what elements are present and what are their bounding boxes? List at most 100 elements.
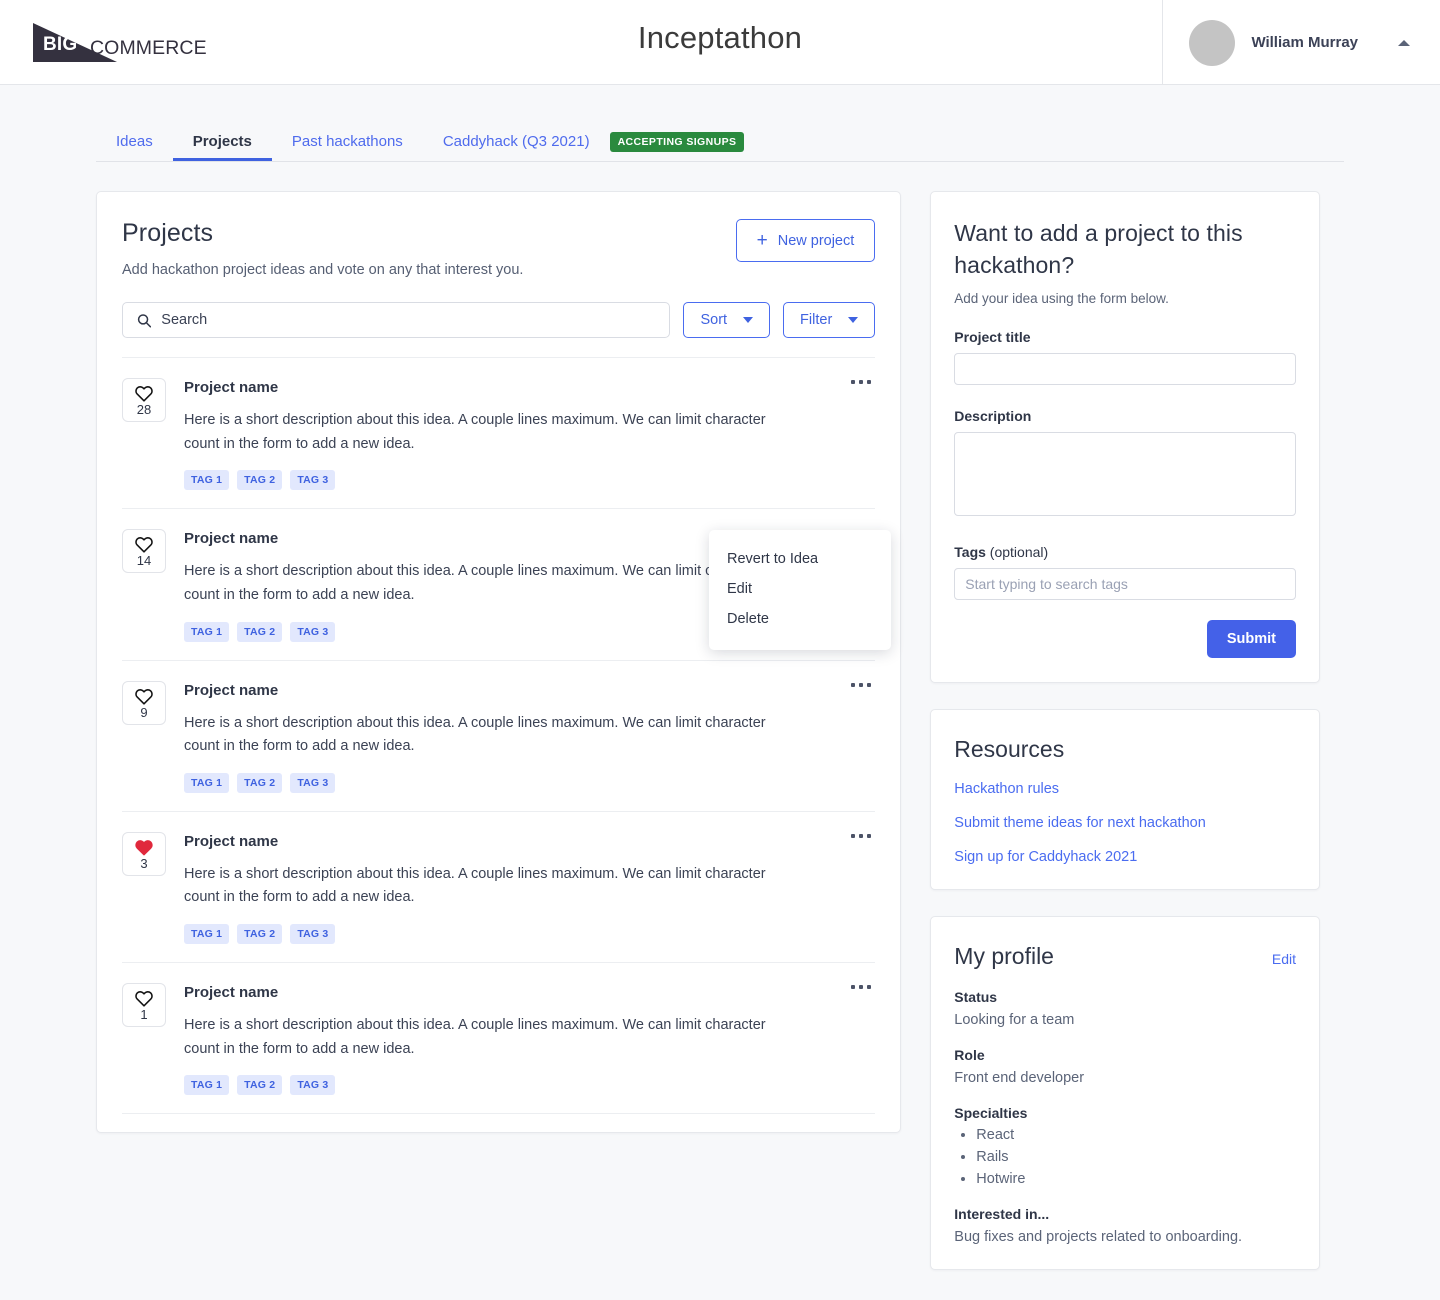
filter-button[interactable]: Filter <box>783 302 876 338</box>
resource-link-submit-theme-ideas[interactable]: Submit theme ideas for next hackathon <box>954 815 1296 831</box>
project-body: Project name Here is a short description… <box>184 983 875 1096</box>
tag-pill[interactable]: TAG 3 <box>290 470 336 491</box>
project-body: Project name Here is a short description… <box>184 378 875 491</box>
user-name: William Murray <box>1251 34 1358 51</box>
tab-projects[interactable]: Projects <box>172 133 272 161</box>
heart-outline-icon <box>135 991 153 1007</box>
resource-link-hackathon-rules[interactable]: Hackathon rules <box>954 781 1296 797</box>
tag-pill[interactable]: TAG 2 <box>237 772 283 793</box>
project-body: Project name Here is a short description… <box>184 832 875 944</box>
tags-label-text: Tags <box>954 544 986 561</box>
tabs-wrap: Ideas Projects Past hackathons Caddyhack… <box>0 85 1440 162</box>
list-item: Rails <box>976 1149 1296 1165</box>
description-textarea[interactable] <box>954 432 1296 517</box>
profile-edit-link[interactable]: Edit <box>1272 951 1296 967</box>
tag-pill[interactable]: TAG 3 <box>290 924 336 944</box>
row-menu-button[interactable] <box>847 981 875 993</box>
project-description: Here is a short description about this i… <box>184 563 766 603</box>
project-row: 28 Project name Here is a short descript… <box>122 357 876 508</box>
tags-label: Tags (optional) <box>954 544 1296 560</box>
tag-pill[interactable]: TAG 2 <box>237 621 283 642</box>
vote-button[interactable]: 3 <box>122 831 166 876</box>
row-menu-button[interactable] <box>847 376 875 388</box>
vote-button[interactable]: 1 <box>122 983 166 1027</box>
tag-pill[interactable]: TAG 1 <box>184 1075 230 1096</box>
project-row: 3 Project name Here is a short descripti… <box>122 810 876 962</box>
interested-in-label: Interested in... <box>954 1206 1050 1223</box>
tag-pill[interactable]: TAG 2 <box>237 470 283 491</box>
heart-filled-icon <box>135 839 153 856</box>
sort-button[interactable]: Sort <box>683 302 771 338</box>
tab-ideas[interactable]: Ideas <box>96 133 173 161</box>
heart-outline-icon <box>135 386 153 402</box>
resources-card: Resources Hackathon rules Submit theme i… <box>930 709 1320 891</box>
tab-caddyhack[interactable]: Caddyhack (Q3 2021) <box>423 133 610 161</box>
description-label: Description <box>954 408 1032 425</box>
status-label: Status <box>954 989 998 1006</box>
new-project-label: New project <box>777 232 855 249</box>
tag-pill[interactable]: TAG 3 <box>290 621 336 642</box>
vote-count: 28 <box>136 402 152 417</box>
project-description: Here is a short description about this i… <box>184 865 766 906</box>
tag-pill[interactable]: TAG 1 <box>184 470 230 491</box>
user-menu[interactable]: William Murray <box>1162 0 1440 85</box>
row-menu-button[interactable] <box>847 679 875 691</box>
role-value: Front end developer <box>954 1070 1085 1087</box>
page-subtitle: Add hackathon project ideas and vote on … <box>122 262 524 278</box>
tags-input[interactable] <box>954 568 1296 601</box>
tab-past-hackathons[interactable]: Past hackathons <box>272 133 423 161</box>
add-project-card: Want to add a project to this hackathon?… <box>930 191 1320 684</box>
project-title-label: Project title <box>954 329 1031 346</box>
new-project-button[interactable]: + New project <box>735 219 876 262</box>
heart-outline-icon <box>135 537 153 553</box>
profile-card: My profile Edit Status Looking for a tea… <box>930 916 1320 1271</box>
vote-button[interactable]: 9 <box>122 680 166 725</box>
project-name[interactable]: Project name <box>184 833 875 850</box>
chevron-down-icon <box>848 317 859 323</box>
project-name[interactable]: Project name <box>184 984 875 1001</box>
tag-pill[interactable]: TAG 1 <box>184 772 230 793</box>
plus-icon: + <box>756 230 768 251</box>
tag-pill[interactable]: TAG 1 <box>184 621 230 642</box>
project-name[interactable]: Project name <box>184 682 875 699</box>
list-item: Hotwire <box>976 1171 1296 1187</box>
page-content: Projects Add hackathon project ideas and… <box>0 162 1440 1296</box>
menu-item-edit[interactable]: Edit <box>709 574 891 604</box>
list-item: React <box>976 1127 1296 1143</box>
vote-button[interactable]: 14 <box>122 529 166 574</box>
status-value: Looking for a team <box>954 1012 1075 1029</box>
vote-count: 1 <box>140 1007 148 1022</box>
search-box[interactable] <box>122 302 671 338</box>
project-description: Here is a short description about this i… <box>184 714 766 755</box>
tag-pill[interactable]: TAG 1 <box>184 924 230 944</box>
submit-button[interactable]: Submit <box>1206 620 1296 659</box>
specialties-list: React Rails Hotwire <box>976 1127 1296 1187</box>
avatar <box>1189 19 1236 66</box>
submit-row: Submit <box>954 620 1296 659</box>
tag-pill[interactable]: TAG 3 <box>290 1075 336 1096</box>
vote-count: 14 <box>136 553 152 569</box>
heart-outline-icon <box>135 688 153 705</box>
resources-heading: Resources <box>954 736 1065 763</box>
tag-pill[interactable]: TAG 2 <box>237 1075 283 1096</box>
row-context-menu: Revert to Idea Edit Delete <box>709 530 891 650</box>
chevron-up-icon[interactable] <box>1398 39 1410 46</box>
tag-pill[interactable]: TAG 2 <box>237 924 283 944</box>
row-menu-button[interactable] <box>847 830 875 842</box>
projects-card: Projects Add hackathon project ideas and… <box>96 191 902 1134</box>
add-project-subtitle: Add your idea using the form below. <box>954 291 1169 307</box>
project-name[interactable]: Project name <box>184 379 875 396</box>
resource-link-sign-up-caddyhack[interactable]: Sign up for Caddyhack 2021 <box>954 849 1296 865</box>
sort-label: Sort <box>700 312 728 328</box>
project-title-input[interactable] <box>954 353 1296 386</box>
projects-header: Projects Add hackathon project ideas and… <box>122 219 876 278</box>
menu-item-delete[interactable]: Delete <box>709 604 891 634</box>
tag-pill[interactable]: TAG 3 <box>290 772 336 793</box>
chevron-down-icon <box>743 317 754 323</box>
page-title: Projects <box>122 219 214 247</box>
project-row: 1 Project name Here is a short descripti… <box>122 962 876 1115</box>
vote-button[interactable]: 28 <box>122 378 166 422</box>
role-label: Role <box>954 1047 985 1064</box>
menu-item-revert-to-idea[interactable]: Revert to Idea <box>709 544 891 574</box>
search-input[interactable] <box>161 312 656 328</box>
